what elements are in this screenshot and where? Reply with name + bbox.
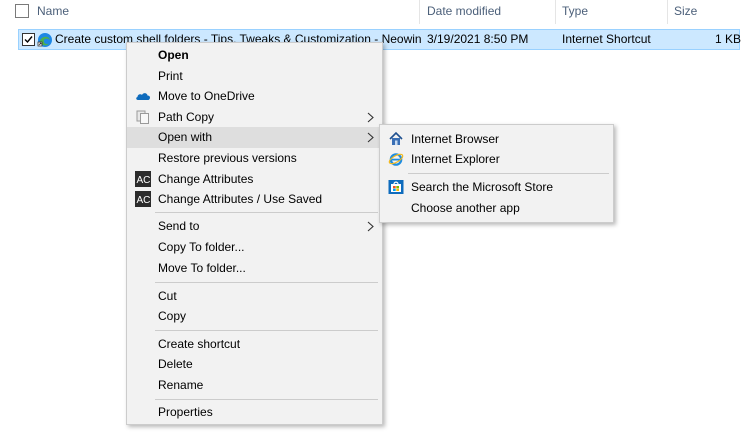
path-copy-icon xyxy=(136,110,149,124)
menu-item-delete[interactable]: Delete xyxy=(127,354,382,375)
menu-separator xyxy=(155,399,378,400)
select-all-checkbox[interactable] xyxy=(15,4,29,18)
menu-item-change-attributes-use-saved[interactable]: AC Change Attributes / Use Saved xyxy=(127,189,382,210)
menu-item-copy-to-folder[interactable]: Copy To folder... xyxy=(127,237,382,258)
menu-item-label: Copy To folder... xyxy=(158,240,245,254)
menu-item-label: Move to OneDrive xyxy=(158,89,255,103)
menu-item-create-shortcut[interactable]: Create shortcut xyxy=(127,334,382,355)
menu-item-label: Rename xyxy=(158,378,204,392)
column-header-name[interactable]: Name xyxy=(37,0,69,24)
menu-item-open-with[interactable]: Open with xyxy=(127,127,382,148)
row-checkbox[interactable] xyxy=(22,33,35,46)
menu-item-label: Create shortcut xyxy=(158,337,241,351)
menu-separator xyxy=(155,282,378,283)
column-header-type[interactable]: Type xyxy=(562,0,588,24)
menu-item-rename[interactable]: Rename xyxy=(127,375,382,396)
column-header-date-modified[interactable]: Date modified xyxy=(427,0,501,24)
menu-separator xyxy=(155,212,378,213)
menu-item-label: Path Copy xyxy=(158,110,215,124)
menu-item-label: Open xyxy=(158,48,189,62)
menu-item-label: Internet Explorer xyxy=(411,152,500,166)
internet-explorer-icon xyxy=(388,153,404,166)
open-with-submenu: Internet Browser Internet Explorer Searc… xyxy=(379,124,614,223)
edge-shortcut-icon xyxy=(37,33,52,47)
chevron-right-icon xyxy=(367,132,374,143)
menu-item-copy[interactable]: Copy xyxy=(127,306,382,327)
menu-item-label: Move To folder... xyxy=(158,261,246,275)
menu-item-label: Delete xyxy=(158,357,193,371)
menu-item-label: Restore previous versions xyxy=(158,151,297,165)
column-divider[interactable] xyxy=(419,0,420,24)
menu-item-print[interactable]: Print xyxy=(127,66,382,87)
checkmark-icon xyxy=(24,36,33,44)
ac-badge-text: AC xyxy=(137,175,151,186)
menu-item-path-copy[interactable]: Path Copy xyxy=(127,107,382,128)
menu-item-label: Change Attributes / Use Saved xyxy=(158,192,323,206)
microsoft-store-icon xyxy=(388,180,404,194)
menu-item-label: Internet Browser xyxy=(411,132,500,146)
menu-item-change-attributes[interactable]: AC Change Attributes xyxy=(127,169,382,190)
menu-item-move-to-onedrive[interactable]: Move to OneDrive xyxy=(127,86,382,107)
file-size: 1 KB xyxy=(715,32,742,46)
column-header-bar: Name Date modified Type Size xyxy=(0,0,750,24)
column-divider[interactable] xyxy=(667,0,668,24)
submenu-item-choose-another-app[interactable]: Choose another app xyxy=(380,198,613,219)
chevron-right-icon xyxy=(367,112,374,123)
column-divider[interactable] xyxy=(555,0,556,24)
menu-item-label: Properties xyxy=(158,405,213,419)
ac-badge-text: AC xyxy=(137,195,151,206)
menu-separator xyxy=(155,330,378,331)
menu-item-properties[interactable]: Properties xyxy=(127,402,382,423)
context-menu: Open Print Move to OneDrive Path Copy Op… xyxy=(126,42,383,425)
change-attributes-icon: AC xyxy=(135,171,151,187)
chevron-right-icon xyxy=(367,221,374,232)
menu-item-label: Copy xyxy=(158,309,187,323)
change-attributes-icon: AC xyxy=(135,191,151,207)
menu-separator xyxy=(408,173,609,174)
onedrive-icon xyxy=(136,93,151,100)
menu-item-open[interactable]: Open xyxy=(127,45,382,66)
menu-item-restore-previous-versions[interactable]: Restore previous versions xyxy=(127,148,382,169)
menu-item-send-to[interactable]: Send to xyxy=(127,216,382,237)
menu-item-label: Open with xyxy=(158,130,213,144)
menu-item-cut[interactable]: Cut xyxy=(127,286,382,307)
submenu-item-internet-explorer[interactable]: Internet Explorer xyxy=(380,149,613,170)
submenu-item-internet-browser[interactable]: Internet Browser xyxy=(380,129,613,150)
menu-item-label: Choose another app xyxy=(411,201,520,215)
menu-item-label: Search the Microsoft Store xyxy=(411,180,554,194)
menu-item-label: Print xyxy=(158,69,183,83)
file-date-modified: 3/19/2021 8:50 PM xyxy=(427,32,529,46)
internet-browser-icon xyxy=(389,131,403,145)
column-header-size[interactable]: Size xyxy=(674,0,697,24)
menu-item-label: Send to xyxy=(158,219,200,233)
file-type: Internet Shortcut xyxy=(562,32,651,46)
menu-item-label: Cut xyxy=(158,289,177,303)
submenu-item-search-microsoft-store[interactable]: Search the Microsoft Store xyxy=(380,177,613,198)
menu-item-label: Change Attributes xyxy=(158,172,254,186)
menu-item-move-to-folder[interactable]: Move To folder... xyxy=(127,258,382,279)
